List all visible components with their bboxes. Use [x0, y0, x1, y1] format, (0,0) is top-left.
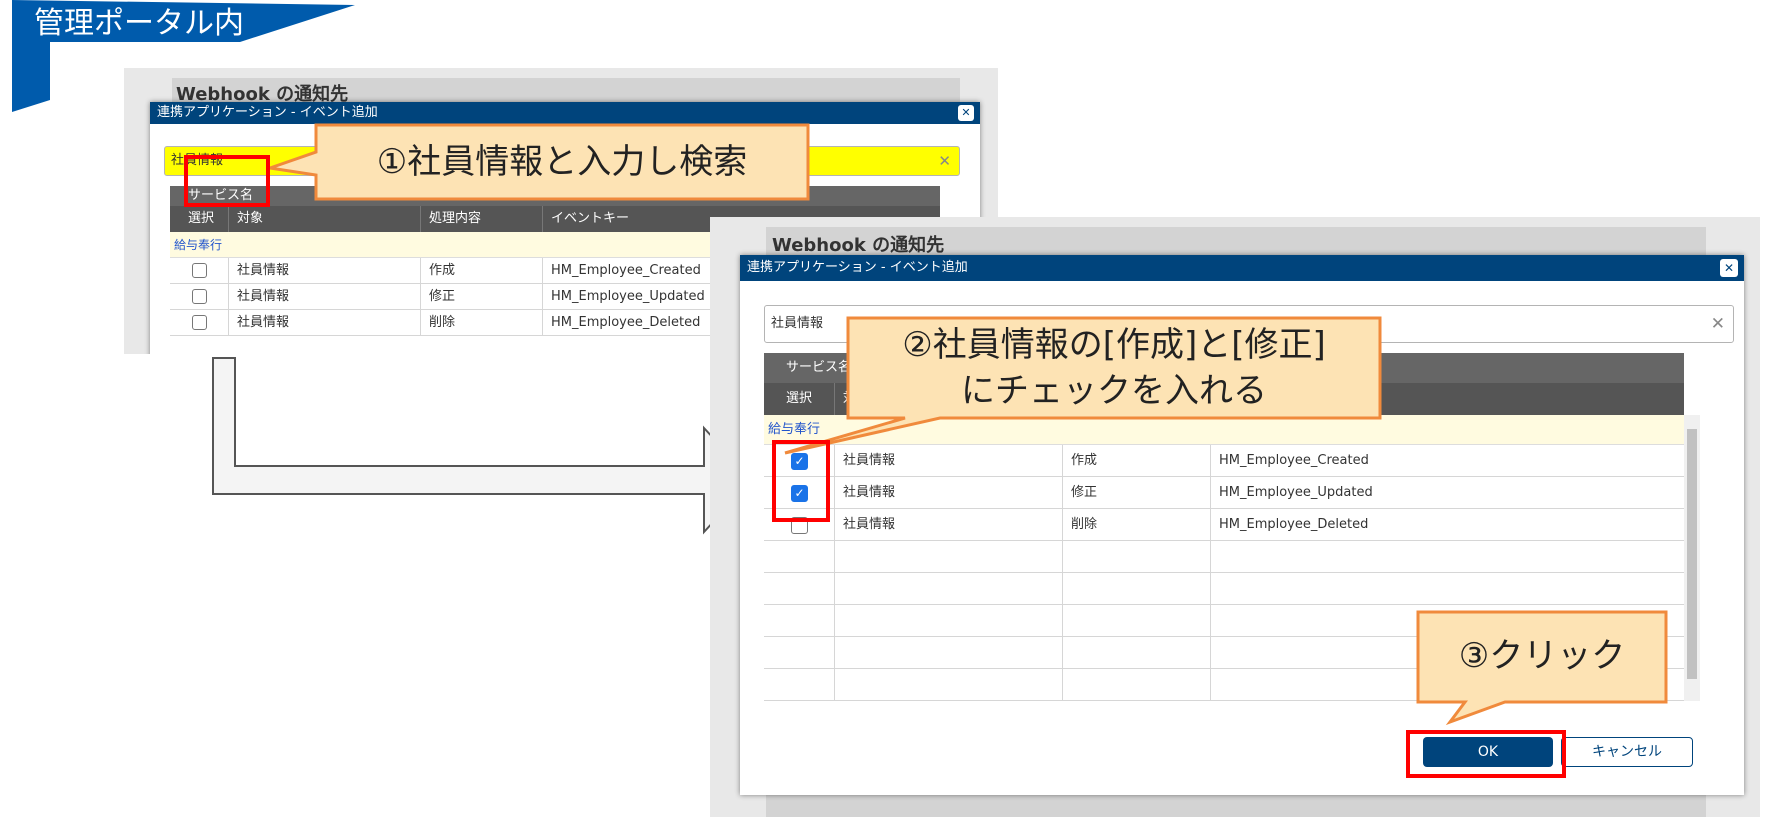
close-icon[interactable]: ✕ — [1720, 259, 1738, 277]
empty-row — [764, 573, 1684, 605]
row-event: HM_Employee_Updated — [1210, 477, 1684, 508]
highlight-search-box — [184, 155, 270, 207]
callout-step1: ①社員情報と入力し検索 — [376, 142, 748, 182]
row-action: 削除 — [1062, 509, 1210, 540]
row-checkbox[interactable] — [192, 289, 207, 304]
table-row[interactable]: ✓ 社員情報 作成 HM_Employee_Created — [764, 445, 1684, 477]
search-value: 社員情報 — [771, 316, 824, 331]
group-header: サービス名 — [170, 186, 940, 206]
callout-step2-line2: にチェックを入れる — [961, 371, 1267, 411]
row-event: HM_Employee_Created — [1210, 445, 1684, 476]
row-target: 社員情報 — [834, 477, 1062, 508]
callout-step3: ③クリック — [1458, 636, 1626, 676]
close-icon[interactable]: ✕ — [958, 105, 974, 121]
category-label: 給与奉行 — [174, 238, 223, 252]
row-action: 作成 — [420, 258, 542, 283]
row-checkbox[interactable] — [192, 263, 207, 278]
row-target: 社員情報 — [834, 509, 1062, 540]
table-scrollbar[interactable] — [1684, 415, 1700, 701]
col-target: 対象 — [228, 206, 420, 232]
group-header-label: サービス名 — [786, 360, 852, 375]
row-target: 社員情報 — [834, 445, 1062, 476]
col-action: 処理内容 — [420, 206, 542, 232]
row-event: HM_Employee_Deleted — [1210, 509, 1684, 540]
cancel-button[interactable]: キャンセル — [1561, 737, 1693, 767]
table-row[interactable]: ✓ 社員情報 修正 HM_Employee_Updated — [764, 477, 1684, 509]
highlight-checkboxes — [772, 440, 830, 522]
dialog-title: 連携アプリケーション - イベント追加 — [157, 105, 378, 120]
flow-arrow — [212, 357, 754, 535]
row-action: 修正 — [1062, 477, 1210, 508]
clear-icon[interactable]: ✕ — [1711, 306, 1725, 342]
callout-step2-line1: ②社員情報の[作成]と[修正] — [902, 325, 1326, 365]
clear-icon[interactable]: ✕ — [938, 147, 951, 175]
row-action: 修正 — [420, 284, 542, 309]
screenshot-2: Webhook の通知先 連携アプリケーション - イベント追加 ✕ 社員情報 … — [710, 217, 1760, 817]
highlight-ok-button — [1406, 730, 1566, 778]
scrollbar-thumb[interactable] — [1687, 429, 1697, 679]
empty-row — [764, 541, 1684, 573]
category-label: 給与奉行 — [768, 422, 821, 437]
category-row: 給与奉行 — [764, 415, 1684, 445]
row-target: 社員情報 — [228, 310, 420, 335]
row-checkbox[interactable] — [192, 315, 207, 330]
dialog-title-bar: 連携アプリケーション - イベント追加 — [740, 255, 1744, 281]
row-target: 社員情報 — [228, 258, 420, 283]
table-row[interactable]: 社員情報 削除 HM_Employee_Deleted — [764, 509, 1684, 541]
webhook-title: Webhook の通知先 — [772, 235, 945, 256]
col-select: 選択 — [786, 391, 813, 406]
row-action: 削除 — [420, 310, 542, 335]
col-select: 選択 — [188, 211, 215, 226]
dialog-title-bar: 連携アプリケーション - イベント追加 — [150, 102, 980, 124]
row-target: 社員情報 — [228, 284, 420, 309]
dialog-title: 連携アプリケーション - イベント追加 — [747, 260, 968, 275]
banner-title: 管理ポータル内 — [34, 6, 244, 41]
row-action: 作成 — [1062, 445, 1210, 476]
